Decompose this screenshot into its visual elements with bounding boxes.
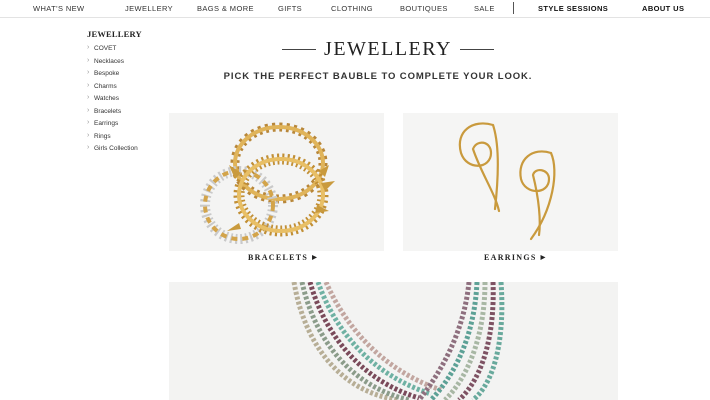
sidebar-item-earrings[interactable]: Earrings [87, 119, 167, 133]
sidebar-item-bespoke[interactable]: Bespoke [87, 69, 167, 83]
earrings-link[interactable]: EARRINGS ▶ [484, 253, 547, 262]
sidebar-item-girls-collection[interactable]: Girls Collection [87, 144, 167, 158]
sidebar-item-bracelets[interactable]: Bracelets [87, 107, 167, 121]
sidebar-item-covet[interactable]: COVET [87, 44, 167, 58]
sidebar-list: COVET Necklaces Bespoke Charms Watches B… [87, 44, 167, 158]
earrings-image[interactable] [403, 113, 618, 251]
play-arrow-icon: ▶ [540, 255, 547, 261]
nav-sale[interactable]: SALE [474, 4, 495, 13]
sidebar-item-necklaces[interactable]: Necklaces [87, 57, 167, 71]
nav-about-us[interactable]: ABOUT US [642, 4, 684, 13]
top-navigation: WHAT'S NEW JEWELLERY BAGS & MORE GIFTS C… [0, 0, 710, 18]
earrings-photo [458, 122, 556, 241]
page-subtitle: PICK THE PERFECT BAUBLE TO COMPLETE YOUR… [223, 71, 533, 82]
page-heading: JEWELLERY [282, 38, 494, 60]
necklace-photo [291, 282, 505, 400]
title-rule-right [460, 49, 494, 50]
nav-bags-more[interactable]: BAGS & MORE [197, 4, 254, 13]
category-sidebar: JEWELLERY COVET Necklaces Bespoke Charms… [87, 29, 167, 158]
bracelets-label: BRACELETS [248, 253, 309, 262]
bracelets-link[interactable]: BRACELETS ▶ [248, 253, 318, 262]
nav-boutiques[interactable]: BOUTIQUES [400, 4, 448, 13]
sidebar-title: JEWELLERY [87, 29, 142, 39]
nav-whats-new[interactable]: WHAT'S NEW [33, 4, 85, 13]
nav-jewellery[interactable]: JEWELLERY [125, 4, 173, 13]
sidebar-item-charms[interactable]: Charms [87, 82, 167, 96]
nav-gifts[interactable]: GIFTS [278, 4, 302, 13]
bracelets-photo [200, 122, 335, 244]
sidebar-item-rings[interactable]: Rings [87, 132, 167, 146]
necklaces-image[interactable] [169, 282, 618, 400]
earrings-label: EARRINGS [484, 253, 537, 262]
play-arrow-icon: ▶ [312, 255, 319, 261]
bracelets-image[interactable] [169, 113, 384, 251]
nav-clothing[interactable]: CLOTHING [331, 4, 373, 13]
nav-divider [513, 2, 514, 14]
nav-style-sessions[interactable]: STYLE SESSIONS [538, 4, 608, 13]
sidebar-item-watches[interactable]: Watches [87, 94, 167, 108]
